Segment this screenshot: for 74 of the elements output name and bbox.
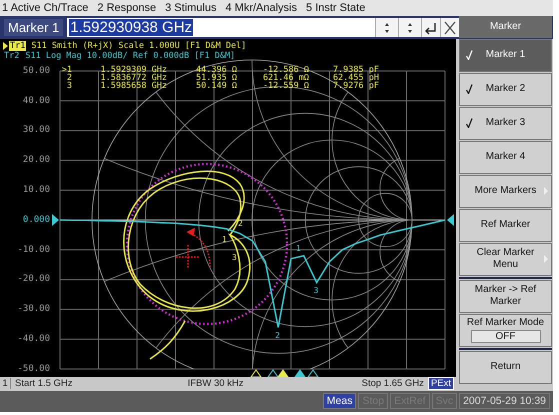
channel-number: 1	[0, 378, 11, 390]
check-mark-icon	[466, 84, 473, 94]
axis-label: -50.00	[16, 362, 50, 376]
if-bandwidth: IFBW 30 kHz	[188, 378, 244, 390]
axis-label: -30.00	[16, 303, 50, 316]
softkey[interactable]: Marker 1	[459, 38, 552, 72]
start-frequency: Start 1.5 GHz	[15, 378, 73, 390]
softkey[interactable]: Marker 3	[459, 106, 552, 140]
marker-label: 2	[238, 218, 243, 228]
close-icon[interactable]	[440, 18, 459, 38]
softkey[interactable]: Return	[459, 350, 552, 384]
axis-label: -10.00	[16, 244, 50, 256]
marker-readout: 1.5985658 GHz	[99, 82, 167, 90]
triangle-icon	[267, 368, 279, 377]
axis-label: 10.00	[22, 184, 50, 197]
status-indicator: Meas	[322, 393, 356, 410]
port-extension-badge: PExt	[428, 377, 454, 390]
spin-icon[interactable]	[375, 18, 398, 38]
softkey[interactable]: Ref Marker	[459, 208, 552, 242]
axis-label: 50.00	[22, 64, 50, 78]
menu-item[interactable]: 4 Mkr/Analysis	[225, 2, 298, 14]
marker-readout: 1.5836772 GHz	[99, 74, 167, 82]
axis-label: 20.00	[22, 154, 50, 168]
entry-label: Marker 1	[4, 19, 64, 36]
marker-readout: >1	[60, 66, 72, 74]
stop-frequency: Stop 1.65 GHz	[362, 378, 424, 390]
trace-label: S11 Smith (R+jX) Scale 1.000U [F1 D&M Del]	[31, 40, 246, 51]
status-indicator: 2007-05-29 10:39	[459, 393, 550, 410]
triangle-icon	[307, 368, 319, 377]
trace-label: S11 Log Mag 10.00dB/ Ref 0.000dB [F1 D&M]	[25, 50, 236, 61]
marker-readout: 621.46 mΩ	[262, 74, 309, 82]
axis-label: -40.00	[16, 332, 50, 346]
spin-icon[interactable]	[398, 18, 421, 38]
axis-label: 40.00	[22, 94, 50, 108]
marker-readout: 44.396 Ω	[195, 66, 237, 74]
menu-item[interactable]: 5 Instr State	[306, 2, 366, 14]
marker-label: 1	[222, 234, 227, 244]
menu-item[interactable]: 2 Response	[97, 2, 156, 14]
softkey[interactable]: Marker 2	[459, 72, 552, 106]
marker-label: 1	[296, 244, 301, 254]
marker-readout: 50.149 Ω	[195, 82, 237, 90]
menu-item[interactable]: 3 Stimulus	[165, 2, 216, 14]
marker-readout: 51.935 Ω	[195, 74, 237, 82]
trace-tab[interactable]: Tr2	[3, 50, 20, 61]
marker-readout: 7.9385 pF	[332, 66, 379, 74]
check-mark-icon	[466, 50, 473, 60]
marker-label: 2	[275, 330, 280, 340]
axis-label: 0.000	[22, 214, 50, 227]
menu-item[interactable]: 1 Active Ch/Trace	[2, 2, 88, 14]
cursor-drawing	[175, 227, 211, 270]
marker-readout: 2	[66, 74, 72, 82]
reference-arrow-icon	[52, 214, 59, 226]
triangle-icon	[277, 368, 289, 377]
softkey[interactable]: Ref Marker Mode OFF	[459, 314, 552, 347]
menu-title: Marker	[459, 16, 552, 38]
axis-label: 30.00	[22, 124, 50, 138]
triangle-icon	[294, 368, 306, 377]
triangle-icon	[250, 368, 262, 377]
softkey[interactable]: Marker -> Ref Marker	[459, 280, 552, 313]
marker-readout: 3	[66, 82, 72, 90]
axis-label: -20.00	[16, 273, 50, 286]
check-mark-icon	[466, 118, 473, 128]
softkey[interactable]: More Markers	[459, 174, 552, 208]
marker-readout: 62.455 pH	[332, 74, 379, 82]
softkey[interactable]: Marker 4	[459, 140, 552, 174]
marker-label: 3	[232, 252, 237, 262]
enter-icon[interactable]	[421, 18, 440, 38]
marker-readout: 1.5929309 GHz	[99, 66, 167, 74]
reference-arrow-icon	[447, 214, 454, 226]
trace-tab[interactable]: Tr1	[9, 40, 26, 51]
marker-label: 3	[314, 286, 318, 296]
entry-field[interactable]: 1.592930938 GHz	[67, 18, 459, 38]
softkey[interactable]: Clear Marker Menu	[459, 242, 552, 276]
value-field: OFF	[470, 330, 540, 344]
